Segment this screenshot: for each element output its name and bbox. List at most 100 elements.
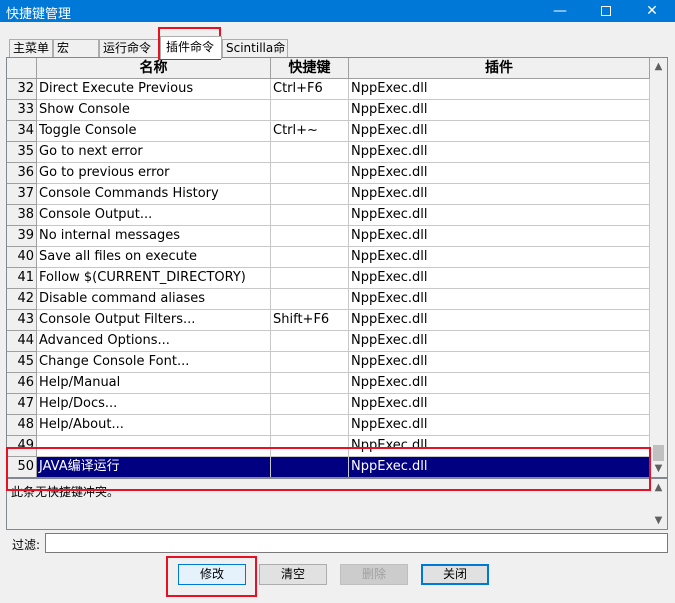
- shortcut-table[interactable]: 名称 快捷键 插件 32 Direct Execute Previous Ctrl+…: [6, 57, 668, 478]
- row-plugin: NppExec.dll: [349, 205, 650, 226]
- table-row[interactable]: 40 Save all files on execute NppExec.dll: [7, 247, 650, 268]
- scroll-thumb[interactable]: [653, 445, 664, 461]
- tab-main-menu[interactable]: 主菜单: [9, 39, 53, 58]
- close-button[interactable]: 关闭: [421, 564, 489, 585]
- row-plugin: NppExec.dll: [349, 247, 650, 268]
- row-number: 39: [7, 226, 37, 247]
- filter-input[interactable]: [45, 533, 668, 553]
- row-number: 49: [7, 436, 37, 457]
- table-scrollbar[interactable]: ▲ ▼: [650, 58, 667, 477]
- table-row[interactable]: 49 NppExec.dll: [7, 436, 650, 457]
- table-row[interactable]: 46 Help/Manual NppExec.dll: [7, 373, 650, 394]
- close-window-button[interactable]: ✕: [629, 0, 675, 22]
- tab-run-commands[interactable]: 运行命令: [99, 39, 160, 58]
- row-name: Go to next error: [37, 142, 271, 163]
- conflict-info-text: 此条无快捷键冲突。: [11, 485, 120, 499]
- minimize-button[interactable]: —: [537, 0, 583, 22]
- table-row[interactable]: 37 Console Commands History NppExec.dll: [7, 184, 650, 205]
- table-row[interactable]: 35 Go to next error NppExec.dll: [7, 142, 650, 163]
- row-number: 44: [7, 331, 37, 352]
- table-row[interactable]: 33 Show Console NppExec.dll: [7, 100, 650, 121]
- table-row[interactable]: 44 Advanced Options... NppExec.dll: [7, 331, 650, 352]
- table-row[interactable]: 50 JAVA编译运行 NppExec.dll: [7, 457, 650, 477]
- tab-strip: 主菜单 宏 运行命令 插件命令 Scintilla命令: [6, 36, 666, 72]
- table-row[interactable]: 32 Direct Execute Previous Ctrl+F6 NppExec.…: [7, 79, 650, 100]
- row-number: 35: [7, 142, 37, 163]
- row-plugin: NppExec.dll: [349, 142, 650, 163]
- header-plugin[interactable]: 插件: [349, 58, 650, 79]
- row-shortcut: [271, 352, 349, 373]
- row-shortcut: [271, 457, 349, 477]
- row-shortcut: [271, 415, 349, 436]
- row-shortcut: [271, 436, 349, 457]
- row-plugin: NppExec.dll: [349, 184, 650, 205]
- table-row[interactable]: 41 Follow $(CURRENT_DIRECTORY) NppExec.dll: [7, 268, 650, 289]
- scroll-up-icon[interactable]: ▲: [650, 58, 667, 75]
- row-name: Console Output Filters...: [37, 310, 271, 331]
- row-number: 48: [7, 415, 37, 436]
- row-number: 38: [7, 205, 37, 226]
- table-body: 32 Direct Execute Previous Ctrl+F6 NppExec.…: [7, 79, 650, 477]
- clear-button[interactable]: 清空: [259, 564, 327, 585]
- row-plugin: NppExec.dll: [349, 163, 650, 184]
- row-number: 41: [7, 268, 37, 289]
- row-plugin: NppExec.dll: [349, 100, 650, 121]
- scroll-down-icon[interactable]: ▼: [650, 512, 667, 529]
- row-shortcut: [271, 184, 349, 205]
- table-row[interactable]: 43 Console Output Filters... Shift+F6 NppEx…: [7, 310, 650, 331]
- row-shortcut: [271, 226, 349, 247]
- row-number: 42: [7, 289, 37, 310]
- table-row[interactable]: 48 Help/About... NppExec.dll: [7, 415, 650, 436]
- row-name: Change Console Font...: [37, 352, 271, 373]
- row-number: 40: [7, 247, 37, 268]
- row-plugin: NppExec.dll: [349, 373, 650, 394]
- table-row[interactable]: 45 Change Console Font... NppExec.dll: [7, 352, 650, 373]
- row-name: Console Commands History: [37, 184, 271, 205]
- row-plugin: NppExec.dll: [349, 415, 650, 436]
- row-name: Help/Docs...: [37, 394, 271, 415]
- row-number: 32: [7, 79, 37, 100]
- table-row[interactable]: 39 No internal messages NppExec.dll: [7, 226, 650, 247]
- row-number: 34: [7, 121, 37, 142]
- row-plugin: NppExec.dll: [349, 79, 650, 100]
- table-row[interactable]: 38 Console Output... NppExec.dll: [7, 205, 650, 226]
- modify-button[interactable]: 修改: [178, 564, 246, 585]
- row-name: Toggle Console: [37, 121, 271, 142]
- row-plugin: NppExec.dll: [349, 394, 650, 415]
- row-plugin: NppExec.dll: [349, 289, 650, 310]
- table-row[interactable]: 34 Toggle Console Ctrl+~ NppExec.dll: [7, 121, 650, 142]
- maximize-button[interactable]: [583, 0, 629, 22]
- scroll-down-icon[interactable]: ▼: [650, 460, 667, 477]
- delete-button: 删除: [340, 564, 408, 585]
- row-shortcut: [271, 142, 349, 163]
- header-shortcut[interactable]: 快捷键: [271, 58, 349, 79]
- scroll-up-icon[interactable]: ▲: [650, 479, 667, 496]
- tab-plugin-commands[interactable]: 插件命令: [160, 36, 222, 59]
- table-row[interactable]: 47 Help/Docs... NppExec.dll: [7, 394, 650, 415]
- row-name: Console Output...: [37, 205, 271, 226]
- row-shortcut: [271, 100, 349, 121]
- row-plugin: NppExec.dll: [349, 331, 650, 352]
- row-plugin: NppExec.dll: [349, 310, 650, 331]
- table-header: 名称 快捷键 插件: [7, 58, 650, 79]
- header-name[interactable]: 名称: [37, 58, 271, 79]
- header-number: [7, 58, 37, 79]
- row-name: Help/Manual: [37, 373, 271, 394]
- table-row[interactable]: 36 Go to previous error NppExec.dll: [7, 163, 650, 184]
- row-shortcut: [271, 205, 349, 226]
- row-shortcut: [271, 373, 349, 394]
- row-shortcut: [271, 331, 349, 352]
- tab-macro[interactable]: 宏: [53, 39, 99, 58]
- row-number: 46: [7, 373, 37, 394]
- row-shortcut: Shift+F6: [271, 310, 349, 331]
- tab-scintilla-commands[interactable]: Scintilla命令: [222, 39, 288, 72]
- row-name: Advanced Options...: [37, 331, 271, 352]
- table-row[interactable]: 42 Disable command aliases NppExec.dll: [7, 289, 650, 310]
- row-name: Follow $(CURRENT_DIRECTORY): [37, 268, 271, 289]
- row-name: JAVA编译运行: [37, 457, 271, 477]
- row-number: 43: [7, 310, 37, 331]
- info-scrollbar[interactable]: ▲ ▼: [650, 479, 667, 529]
- row-shortcut: Ctrl+F6: [271, 79, 349, 100]
- row-name: Show Console: [37, 100, 271, 121]
- window-title: 快捷键管理: [6, 7, 72, 22]
